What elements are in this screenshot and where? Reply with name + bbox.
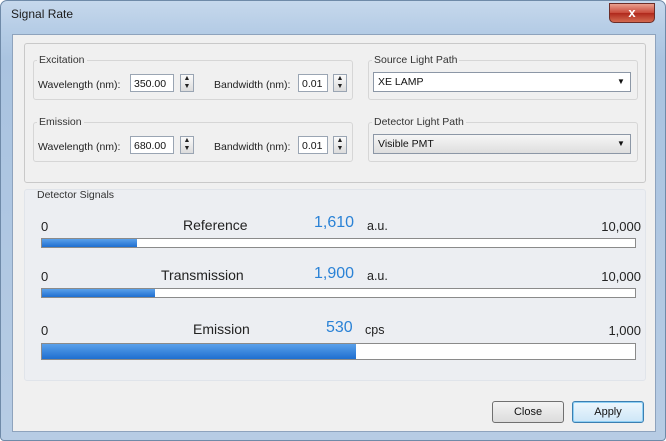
chevron-down-icon[interactable]: ▼ <box>614 75 628 89</box>
reference-max: 10,000 <box>601 219 641 234</box>
spin-down-icon[interactable]: ▼ <box>181 145 193 153</box>
excitation-wavelength-label: Wavelength (nm): <box>38 79 121 91</box>
emission-value: 530 <box>326 319 353 336</box>
transmission-progress-bar <box>41 288 636 298</box>
detector-signals-title: Detector Signals <box>37 189 115 201</box>
emission-progress-fill <box>42 344 357 359</box>
emission-max: 1,000 <box>608 323 641 338</box>
apply-button[interactable]: Apply <box>572 401 644 423</box>
emission-unit: cps <box>365 323 385 337</box>
emission-legend: Emission <box>39 116 82 128</box>
source-light-path-legend: Source Light Path <box>374 54 458 66</box>
source-light-path-value: XE LAMP <box>378 76 424 88</box>
emission-signal-label: Emission <box>193 321 250 337</box>
detector-signals-panel: Detector Signals 0 Reference 1,610 a.u. … <box>24 189 646 381</box>
settings-frame: Excitation Wavelength (nm): 350.00 ▲ ▼ B… <box>24 43 646 183</box>
emission-wavelength-spinner[interactable]: ▲ ▼ <box>180 136 194 154</box>
excitation-bandwidth-label: Bandwidth (nm): <box>214 79 291 91</box>
reference-label: Reference <box>183 217 248 233</box>
transmission-max: 10,000 <box>601 269 641 284</box>
excitation-wavelength-input[interactable]: 350.00 <box>130 74 174 92</box>
emission-bandwidth-spinner[interactable]: ▲ ▼ <box>333 136 347 154</box>
spin-up-icon[interactable]: ▲ <box>334 137 346 145</box>
excitation-legend: Excitation <box>39 54 85 66</box>
spin-down-icon[interactable]: ▼ <box>334 145 346 153</box>
transmission-value: 1,900 <box>314 265 355 282</box>
spin-down-icon[interactable]: ▼ <box>334 83 346 91</box>
source-light-path-dropdown[interactable]: XE LAMP ▼ <box>373 72 631 92</box>
detector-light-path-value: Visible PMT <box>378 138 434 150</box>
window-close-button[interactable]: x <box>609 3 655 23</box>
emission-progress-bar <box>41 343 636 360</box>
detector-light-path-legend: Detector Light Path <box>374 116 464 128</box>
excitation-group: Excitation Wavelength (nm): 350.00 ▲ ▼ B… <box>33 54 353 100</box>
spin-up-icon[interactable]: ▲ <box>181 137 193 145</box>
signal-rate-window: Signal Rate x Excitation Wavelength (nm)… <box>0 0 666 441</box>
emission-bandwidth-input[interactable]: 0.01 <box>298 136 328 154</box>
excitation-wavelength-spinner[interactable]: ▲ ▼ <box>180 74 194 92</box>
detector-light-path-dropdown[interactable]: Visible PMT ▼ <box>373 134 631 154</box>
transmission-label: Transmission <box>161 267 244 283</box>
emission-min: 0 <box>41 323 49 338</box>
spin-down-icon[interactable]: ▼ <box>181 83 193 91</box>
spin-up-icon[interactable]: ▲ <box>181 75 193 83</box>
reference-value: 1,610 <box>314 214 355 231</box>
excitation-bandwidth-input[interactable]: 0.01 <box>298 74 328 92</box>
emission-wavelength-input[interactable]: 680.00 <box>130 136 174 154</box>
transmission-min: 0 <box>41 269 49 284</box>
reference-min: 0 <box>41 219 49 234</box>
reference-progress-bar <box>41 238 636 248</box>
window-title: Signal Rate <box>11 7 74 21</box>
detector-light-path-group: Detector Light Path Visible PMT ▼ <box>368 116 638 162</box>
transmission-unit: a.u. <box>367 269 388 283</box>
reference-progress-fill <box>42 239 138 247</box>
reference-unit: a.u. <box>367 219 388 233</box>
close-button[interactable]: Close <box>492 401 564 423</box>
excitation-bandwidth-spinner[interactable]: ▲ ▼ <box>333 74 347 92</box>
emission-group: Emission Wavelength (nm): 680.00 ▲ ▼ Ban… <box>33 116 353 162</box>
transmission-progress-fill <box>42 289 155 297</box>
dialog-client-area: Excitation Wavelength (nm): 350.00 ▲ ▼ B… <box>12 34 656 432</box>
chevron-down-icon[interactable]: ▼ <box>614 137 628 151</box>
emission-wavelength-label: Wavelength (nm): <box>38 141 121 153</box>
emission-bandwidth-label: Bandwidth (nm): <box>214 141 291 153</box>
spin-up-icon[interactable]: ▲ <box>334 75 346 83</box>
source-light-path-group: Source Light Path XE LAMP ▼ <box>368 54 638 100</box>
